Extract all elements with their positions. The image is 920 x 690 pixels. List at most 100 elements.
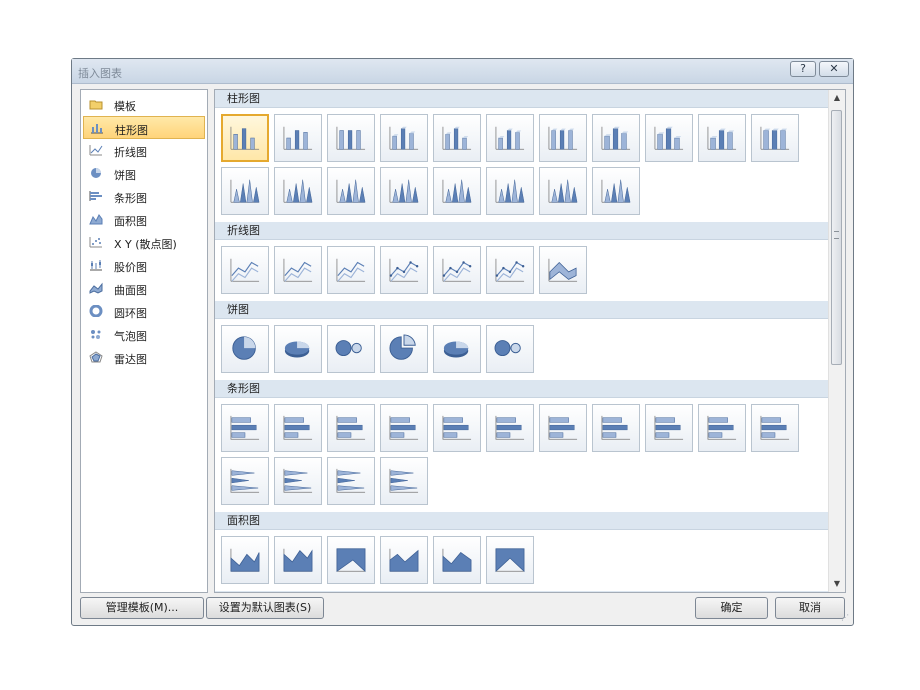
pie-chart-subtype-3[interactable]	[327, 325, 375, 373]
column-chart-subtype-17[interactable]	[486, 167, 534, 215]
bar-chart-subtype-10[interactable]	[698, 404, 746, 452]
resize-grip-icon[interactable]: ⋰	[841, 613, 851, 623]
bar-chart-subtype-3[interactable]	[327, 404, 375, 452]
bar-chart-icon	[336, 468, 366, 493]
area-chart-subtype-5[interactable]	[433, 536, 481, 584]
category-item-line-chart[interactable]: 折线图	[83, 139, 205, 162]
column-chart-subtype-8[interactable]	[592, 114, 640, 162]
bar-chart-subtype-8[interactable]	[592, 404, 640, 452]
column-chart-subtype-18[interactable]	[539, 167, 587, 215]
bar-chart-subtype-6[interactable]	[486, 404, 534, 452]
area-chart-subtype-1[interactable]	[221, 536, 269, 584]
surface-chart-icon	[89, 282, 103, 294]
column-chart-subtype-7[interactable]	[539, 114, 587, 162]
column-chart-subtype-3[interactable]	[327, 114, 375, 162]
column-chart-subtype-13[interactable]	[274, 167, 322, 215]
line-chart-subtype-5[interactable]	[433, 246, 481, 294]
category-item-area-chart[interactable]: 面积图	[83, 208, 205, 231]
bar-chart-subtype-12[interactable]	[221, 457, 269, 505]
bar-chart-icon	[336, 415, 366, 440]
area-chart-icon	[442, 548, 472, 572]
column-chart-subtype-4[interactable]	[380, 114, 428, 162]
pie-chart-icon	[494, 340, 521, 357]
vertical-scrollbar[interactable]: ▲ ▼	[828, 90, 845, 592]
pie-chart-subtype-5[interactable]	[433, 325, 481, 373]
column-chart-subtype-9[interactable]	[645, 114, 693, 162]
category-item-radar-chart[interactable]: 雷达图	[83, 346, 205, 369]
category-label: 饼图	[114, 169, 136, 182]
line-chart-subtype-6[interactable]	[486, 246, 534, 294]
line-chart-subtype-4[interactable]	[380, 246, 428, 294]
area-chart-subtype-4[interactable]	[380, 536, 428, 584]
line-chart-subtype-3[interactable]	[327, 246, 375, 294]
category-item-bubble-chart[interactable]: 气泡图	[83, 323, 205, 346]
bar-chart-icon	[548, 415, 578, 440]
category-item-pie-chart[interactable]: 饼图	[83, 162, 205, 185]
scroll-down-arrow-icon[interactable]: ▼	[832, 579, 842, 589]
category-item-scatter-chart[interactable]: X Y (散点图)	[83, 231, 205, 254]
column-chart-icon	[442, 126, 472, 150]
category-label: 面积图	[114, 215, 147, 228]
cancel-button[interactable]: 取消	[775, 597, 845, 619]
column-chart-subtype-14[interactable]	[327, 167, 375, 215]
bar-chart-icon	[707, 415, 737, 440]
column-chart-subtype-2[interactable]	[274, 114, 322, 162]
bar-chart-subtype-15[interactable]	[380, 457, 428, 505]
pie-chart-icon	[284, 341, 310, 358]
bar-chart-subtype-1[interactable]	[221, 404, 269, 452]
category-item-bar-chart[interactable]: 条形图	[83, 185, 205, 208]
pie-chart-subtype-6[interactable]	[486, 325, 534, 373]
set-default-chart-button[interactable]: 设置为默认图表(S)	[206, 597, 324, 619]
area-chart-subtype-6[interactable]	[486, 536, 534, 584]
column-chart-subtype-10[interactable]	[698, 114, 746, 162]
column-chart-subtype-12[interactable]	[221, 167, 269, 215]
bar-chart-subtype-14[interactable]	[327, 457, 375, 505]
column-chart-subtype-6[interactable]	[486, 114, 534, 162]
area-chart-subtype-2[interactable]	[274, 536, 322, 584]
column-chart-icon	[283, 179, 313, 203]
scroll-up-arrow-icon[interactable]: ▲	[832, 93, 842, 103]
column-chart-subtype-19[interactable]	[592, 167, 640, 215]
line-chart-subtype-1[interactable]	[221, 246, 269, 294]
insert-chart-dialog: 插入图表 ? ✕ 模板 柱形图 折线图饼图条形图面积图 X Y (散点图) 股价图曲面图…	[71, 58, 854, 626]
column-chart-icon	[601, 126, 631, 150]
bar-chart-subtype-7[interactable]	[539, 404, 587, 452]
area-chart-icon	[389, 548, 419, 572]
category-item-stock-chart[interactable]: 股价图	[83, 254, 205, 277]
category-label: 曲面图	[114, 284, 147, 297]
bar-chart-subtype-13[interactable]	[274, 457, 322, 505]
area-chart-subtype-3[interactable]	[327, 536, 375, 584]
column-chart-subtype-15[interactable]	[380, 167, 428, 215]
close-button[interactable]: ✕	[819, 61, 849, 77]
bar-chart-subtype-11[interactable]	[751, 404, 799, 452]
category-item-column-chart[interactable]: 柱形图	[83, 116, 205, 139]
category-item-folder[interactable]: 模板	[83, 93, 205, 116]
bar-chart-subtype-4[interactable]	[380, 404, 428, 452]
help-button[interactable]: ?	[790, 61, 816, 77]
column-chart-icon	[283, 126, 313, 150]
chart-grid-line	[215, 240, 829, 301]
category-item-surface-chart[interactable]: 曲面图	[83, 277, 205, 300]
pie-chart-subtype-2[interactable]	[274, 325, 322, 373]
pie-chart-subtype-1[interactable]	[221, 325, 269, 373]
column-chart-subtype-1[interactable]	[221, 114, 269, 162]
bar-chart-subtype-2[interactable]	[274, 404, 322, 452]
column-chart-subtype-11[interactable]	[751, 114, 799, 162]
bar-chart-subtype-9[interactable]	[645, 404, 693, 452]
category-item-doughnut-chart[interactable]: 圆环图	[83, 300, 205, 323]
ok-button[interactable]: 确定	[695, 597, 768, 619]
dialog-title: 插入图表	[78, 67, 122, 80]
line-chart-subtype-2[interactable]	[274, 246, 322, 294]
pie-chart-subtype-4[interactable]	[380, 325, 428, 373]
line-chart-subtype-7[interactable]	[539, 246, 587, 294]
column-chart-subtype-5[interactable]	[433, 114, 481, 162]
column-chart-icon	[336, 179, 366, 203]
chart-gallery: 柱形图折线图饼图条形图面积图 X Y (散点图) ▲ ▼	[214, 89, 846, 593]
chart-grid-column	[215, 108, 829, 222]
manage-templates-button[interactable]: 管理模板(M)...	[80, 597, 204, 619]
stock-chart-icon	[89, 259, 103, 271]
scrollbar-thumb[interactable]	[831, 110, 842, 365]
column-chart-icon	[601, 179, 631, 203]
bar-chart-subtype-5[interactable]	[433, 404, 481, 452]
column-chart-subtype-16[interactable]	[433, 167, 481, 215]
